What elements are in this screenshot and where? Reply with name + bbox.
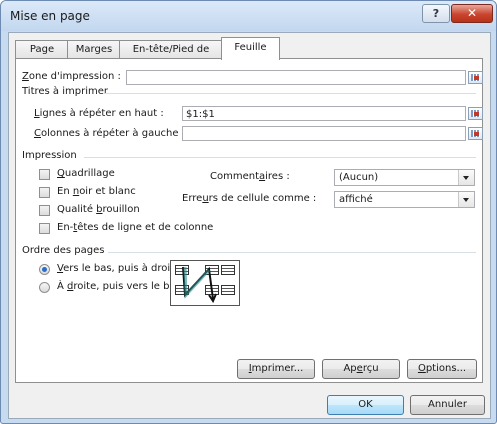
columns-to-repeat-label: Colonnes à répéter à gauche : — [34, 128, 186, 139]
sheet-tab-panel: Zone d'impression : Titres à imprimer Li… — [15, 58, 483, 383]
page-order-diagram-icon — [170, 260, 240, 306]
rows-collapse-icon[interactable] — [468, 107, 483, 120]
print-titles-group-label: Titres à imprimer — [22, 86, 113, 97]
cell-errors-label: Erreurs de cellule comme : — [182, 193, 317, 204]
help-button[interactable]: ? — [422, 4, 450, 23]
gridlines-label[interactable]: Quadrillage — [57, 168, 115, 179]
print-area-input[interactable] — [126, 70, 466, 85]
tab-margins[interactable]: Marges — [67, 40, 121, 59]
tab-page[interactable]: Page — [15, 40, 69, 59]
print-group-label: Impression — [22, 150, 81, 161]
print-titles-divider — [104, 93, 476, 94]
rows-to-repeat-label: Lignes à répéter en haut : — [34, 108, 164, 119]
ok-button[interactable]: OK — [327, 395, 404, 415]
tab-header-footer[interactable]: En-tête/Pied de page — [119, 40, 223, 73]
cell-errors-select[interactable]: affiché — [334, 191, 475, 208]
draft-quality-checkbox[interactable] — [39, 205, 50, 216]
options-button[interactable]: Options... — [407, 359, 477, 379]
chevron-down-icon[interactable] — [458, 170, 474, 185]
cancel-button[interactable]: Annuler — [410, 395, 485, 415]
print-area-label: Zone d'impression : — [22, 71, 121, 82]
columns-collapse-icon[interactable] — [468, 127, 483, 140]
dialog-client-area: Page Marges En-tête/Pied de page Feuille… — [8, 32, 491, 419]
page-order-group-label: Ordre des pages — [22, 245, 109, 256]
black-and-white-checkbox[interactable] — [39, 187, 50, 198]
comments-label: Commentaires : — [210, 171, 290, 182]
comments-select-value: (Aucun) — [339, 172, 379, 183]
dialog-title: Mise en page — [10, 9, 90, 23]
black-and-white-label[interactable]: En noir et blanc — [57, 186, 136, 197]
row-column-headings-label[interactable]: En-têtes de ligne et de colonne — [57, 222, 213, 233]
print-area-collapse-icon[interactable] — [468, 71, 483, 84]
print-button[interactable]: Imprimer... — [237, 359, 315, 379]
print-divider — [84, 157, 476, 158]
print-preview-button[interactable]: Aperçu — [322, 359, 400, 379]
row-column-headings-checkbox[interactable] — [39, 223, 50, 234]
rows-to-repeat-input[interactable]: $1:$1 — [182, 106, 466, 121]
down-then-over-label[interactable]: Vers le bas, puis à droite — [57, 263, 180, 274]
close-button[interactable]: ✕ — [451, 4, 493, 23]
over-then-down-radio[interactable] — [39, 282, 50, 293]
draft-quality-label[interactable]: Qualité brouillon — [57, 204, 140, 215]
title-bar[interactable]: Mise en page ? ✕ — [1, 1, 496, 31]
down-then-over-radio[interactable] — [39, 264, 50, 275]
page-order-divider — [108, 252, 476, 253]
chevron-down-icon[interactable] — [458, 192, 474, 207]
page-order-arrow-icon — [182, 266, 217, 304]
tab-sheet[interactable]: Feuille — [221, 37, 280, 60]
over-then-down-label[interactable]: À droite, puis vers le bas — [57, 281, 181, 292]
gridlines-checkbox[interactable] — [39, 169, 50, 180]
comments-select[interactable]: (Aucun) — [334, 169, 475, 186]
columns-to-repeat-input[interactable] — [182, 126, 466, 141]
page-setup-dialog: Mise en page ? ✕ Page Marges En-tête/Pie… — [0, 0, 497, 424]
cell-errors-select-value: affiché — [339, 194, 373, 205]
